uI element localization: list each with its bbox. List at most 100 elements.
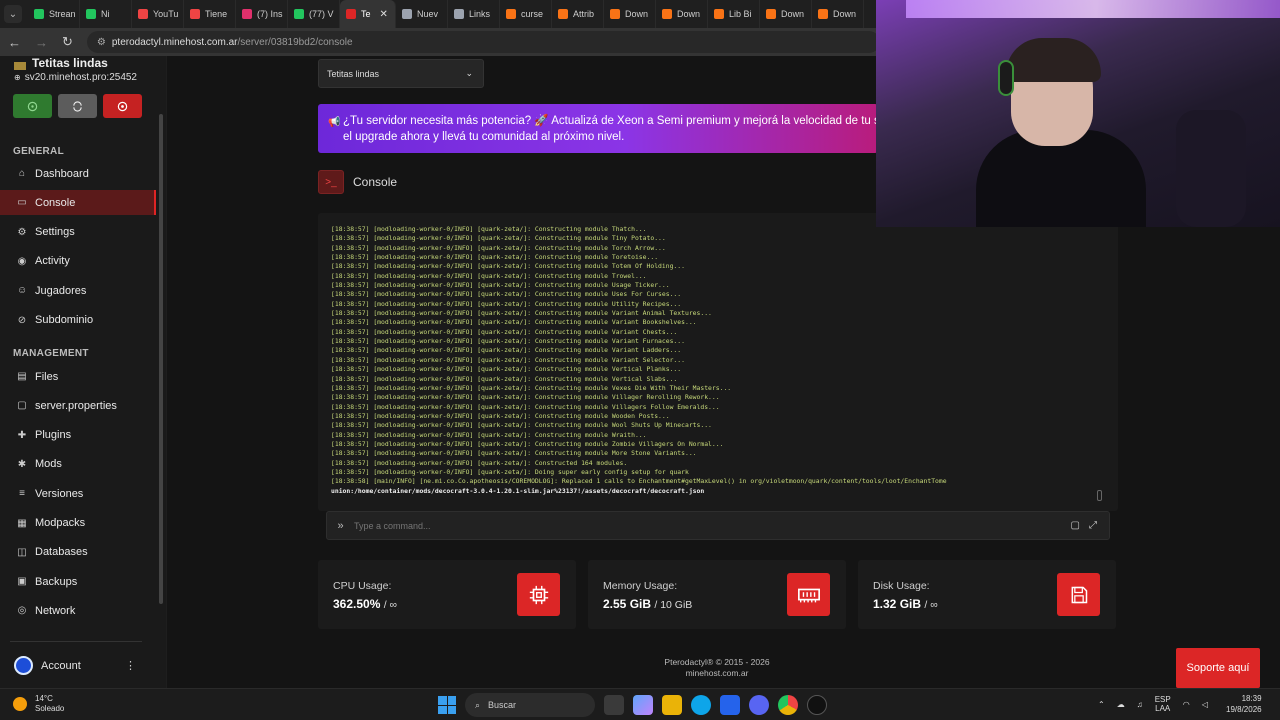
browser-tab[interactable]: Links	[448, 0, 500, 28]
browser-tab[interactable]: Down	[760, 0, 812, 28]
browser-tab[interactable]: Down	[604, 0, 656, 28]
mic-icon[interactable]: ♫	[1137, 700, 1143, 709]
volume-icon[interactable]: ◁	[1202, 700, 1208, 709]
tab-label: curse	[521, 9, 544, 19]
stat-card-memory: Memory Usage: 2.55 GiB / 10 GiB	[588, 560, 846, 629]
copilot-icon[interactable]	[633, 695, 653, 715]
sidebar-item-activity[interactable]: ◉ Activity	[0, 249, 156, 274]
stop-button[interactable]	[103, 94, 142, 118]
browser-tab[interactable]: Lib Bi	[708, 0, 760, 28]
sidebar-item-network[interactable]: ◎ Network	[0, 598, 156, 623]
globe-small-icon: ⊕	[14, 73, 21, 82]
tab-search-icon[interactable]: ⌄	[4, 5, 22, 23]
support-button[interactable]: Soporte aquí	[1176, 648, 1260, 688]
url-field[interactable]: ⚙ pterodactyl.minehost.com.ar/server/038…	[86, 31, 880, 53]
browser-tab[interactable]: Tiene	[184, 0, 236, 28]
back-icon[interactable]: ←	[8, 35, 21, 50]
server-address[interactable]: ⊕ sv20.minehost.pro:25452	[14, 72, 137, 83]
sidebar-item-files[interactable]: ▤ Files	[0, 364, 156, 389]
sidebar-item-backups[interactable]: ▣ Backups	[0, 569, 156, 594]
layers-icon: ≡	[19, 488, 25, 500]
sidebar-item-versiones[interactable]: ≡ Versiones	[0, 481, 156, 506]
chrome-icon[interactable]	[778, 695, 798, 715]
console-line: [18:38:57] [modloading-worker-0/INFO] [q…	[331, 253, 659, 262]
task-view-icon[interactable]	[604, 695, 624, 715]
chevron-up-icon[interactable]: ⌃	[1098, 700, 1105, 709]
browser-tab[interactable]: YouTu	[132, 0, 184, 28]
puzzle-icon: ✚	[17, 429, 27, 441]
sidebar-item-dashboard[interactable]: ⌂ Dashboard	[0, 161, 156, 186]
os-taskbar: 14°C Soleado ⌕ Buscar ⌃ ☁ ♫ ESP LAA ◠ ◁ 18:…	[0, 688, 1280, 720]
browser-tab[interactable]: Attrib	[552, 0, 604, 28]
sidebar-item-plugins[interactable]: ✚ Plugins	[0, 423, 156, 448]
restart-button[interactable]	[58, 94, 97, 118]
console-line: [18:38:57] [modloading-worker-0/INFO] [q…	[331, 337, 685, 346]
archive-icon: ▣	[17, 576, 27, 588]
sidebar-item-databases[interactable]: ◫ Databases	[0, 540, 156, 565]
command-input[interactable]	[354, 520, 1071, 531]
browser-tab[interactable]: Ni	[80, 0, 132, 28]
sidebar-item-label: Mods	[35, 458, 62, 471]
tab-favicon-icon	[610, 9, 620, 19]
chevron-down-icon: ⌄	[465, 68, 473, 78]
browser-tab[interactable]: (77) V	[288, 0, 340, 28]
browser-tab[interactable]: Down	[812, 0, 864, 28]
language-indicator[interactable]: ESP LAA	[1155, 695, 1171, 713]
terminal-icon: ▭	[17, 197, 27, 209]
clock[interactable]: 18:39 19/8/2026	[1226, 693, 1262, 715]
sidebar-item-mods[interactable]: ✱ Mods	[0, 452, 156, 477]
console-line: [18:38:57] [modloading-worker-0/INFO] [q…	[331, 365, 682, 374]
server-select[interactable]: Tetitas lindas ⌄	[318, 59, 484, 88]
browser-tab[interactable]: (7) Ins	[236, 0, 288, 28]
console-line: [18:38:57] [modloading-worker-0/INFO] [q…	[331, 290, 682, 299]
console-line: [18:38:57] [modloading-worker-0/INFO] [q…	[331, 318, 697, 327]
wifi-icon[interactable]: ◠	[1183, 700, 1190, 709]
network-icon[interactable]: ☁	[1117, 700, 1125, 709]
account-menu[interactable]: Account ⋮	[14, 656, 136, 675]
tab-label: YouTu	[153, 9, 179, 19]
weather-widget[interactable]: 14°C Soleado	[13, 694, 64, 714]
expand-icon[interactable]: ⤢	[1089, 520, 1097, 531]
tab-favicon-icon	[242, 9, 252, 19]
windows-start-icon[interactable]	[438, 696, 456, 714]
sidebar-item-jugadores[interactable]: ☺ Jugadores	[0, 278, 156, 303]
start-button[interactable]	[13, 94, 52, 118]
obs-icon[interactable]	[807, 695, 827, 715]
file-icon: ▢	[17, 400, 27, 412]
sidebar-scrollbar[interactable]	[159, 114, 163, 604]
forward-icon[interactable]: →	[35, 35, 48, 50]
console-output[interactable]: [18:38:57] [modloading-worker-0/INFO] [q…	[318, 213, 1118, 511]
close-tab-icon[interactable]: ✕	[380, 9, 388, 20]
copy-icon[interactable]: ▢	[1071, 520, 1080, 531]
sun-icon	[13, 697, 27, 711]
browser-tab[interactable]: Nuev	[396, 0, 448, 28]
tab-label: (7) Ins	[257, 9, 283, 19]
sidebar-item-settings[interactable]: ⚙ Settings	[0, 220, 156, 245]
sidebar-item-label: Network	[35, 604, 76, 617]
page-title: Console	[353, 175, 398, 189]
taskbar-search[interactable]: ⌕ Buscar	[465, 693, 595, 717]
console-line: [18:38:57] [modloading-worker-0/INFO] [q…	[331, 411, 670, 420]
browser-tab[interactable]: Strean	[28, 0, 80, 28]
browser-tab[interactable]: Down	[656, 0, 708, 28]
browser-tab[interactable]: Te ✕	[340, 0, 396, 28]
folder-icon: ▤	[17, 371, 27, 382]
console-scroll-indicator[interactable]	[1097, 490, 1102, 501]
sidebar-item-server-properties[interactable]: ▢ server.properties	[0, 393, 156, 418]
store-icon[interactable]	[720, 695, 740, 715]
site-info-icon[interactable]: ⚙	[97, 37, 106, 48]
kebab-menu-icon[interactable]: ⋮	[125, 659, 136, 672]
console-log: [18:38:57] [modloading-worker-0/INFO] [q…	[331, 225, 947, 496]
footer-domain[interactable]: minehost.com.ar	[167, 668, 1267, 679]
upgrade-banner[interactable]: 📢 ¿Tu servidor necesita más potencia? 🚀 …	[318, 104, 878, 153]
file-explorer-icon[interactable]	[662, 695, 682, 715]
reload-icon[interactable]: ↻	[62, 34, 73, 50]
sidebar-divider	[10, 641, 142, 642]
console-line: [18:38:57] [modloading-worker-0/INFO] [q…	[331, 393, 720, 402]
edge-icon[interactable]	[691, 695, 711, 715]
sidebar-item-modpacks[interactable]: ▦ Modpacks	[0, 511, 156, 536]
sidebar-item-subdominio[interactable]: ⊘ Subdominio	[0, 308, 156, 333]
browser-tab[interactable]: curse	[500, 0, 552, 28]
discord-icon[interactable]	[749, 695, 769, 715]
sidebar-item-console[interactable]: ▭ Console	[0, 190, 156, 216]
